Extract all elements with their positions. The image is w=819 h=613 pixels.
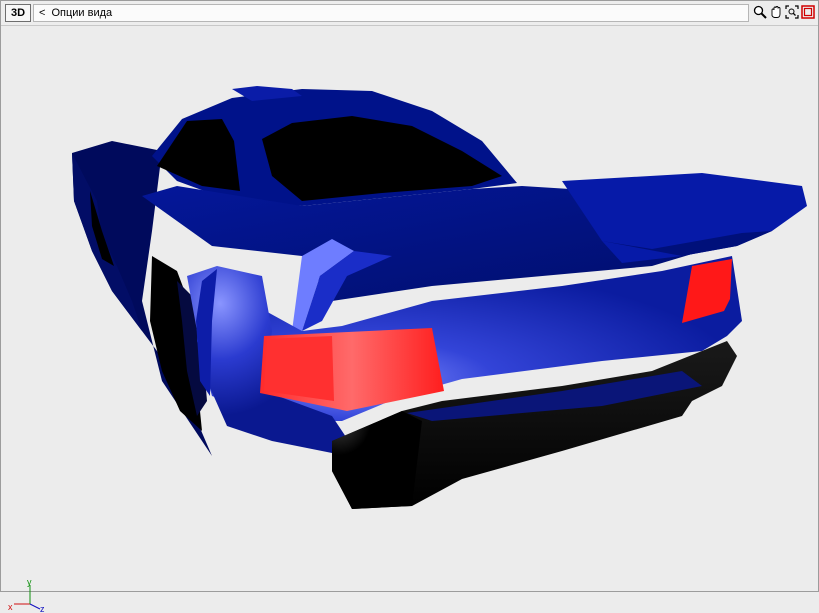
maximize-icon[interactable]	[800, 4, 815, 20]
car-model	[72, 86, 807, 509]
pan-hand-icon[interactable]	[768, 4, 783, 20]
axis-y-label: y	[27, 579, 32, 587]
zoom-icon[interactable]	[752, 4, 767, 20]
axis-x-label: x	[8, 602, 13, 612]
fit-view-icon[interactable]	[784, 4, 799, 20]
view-toolbar: 3D < Опции вида	[1, 1, 818, 26]
view-options-label: Опции вида	[51, 7, 113, 19]
chevron-left-icon[interactable]: <	[39, 7, 45, 19]
viewer-window: 3D < Опции вида x y z	[0, 0, 819, 613]
view-options-bar[interactable]: < Опции вида	[33, 4, 749, 22]
axis-gizmo: x y z	[8, 579, 45, 613]
axis-z-line	[29, 603, 41, 610]
axis-z-label: z	[40, 604, 45, 613]
viewport-tools	[752, 4, 815, 22]
3d-viewport[interactable]: x y z	[2, 26, 818, 613]
view-mode-badge[interactable]: 3D	[5, 4, 31, 22]
